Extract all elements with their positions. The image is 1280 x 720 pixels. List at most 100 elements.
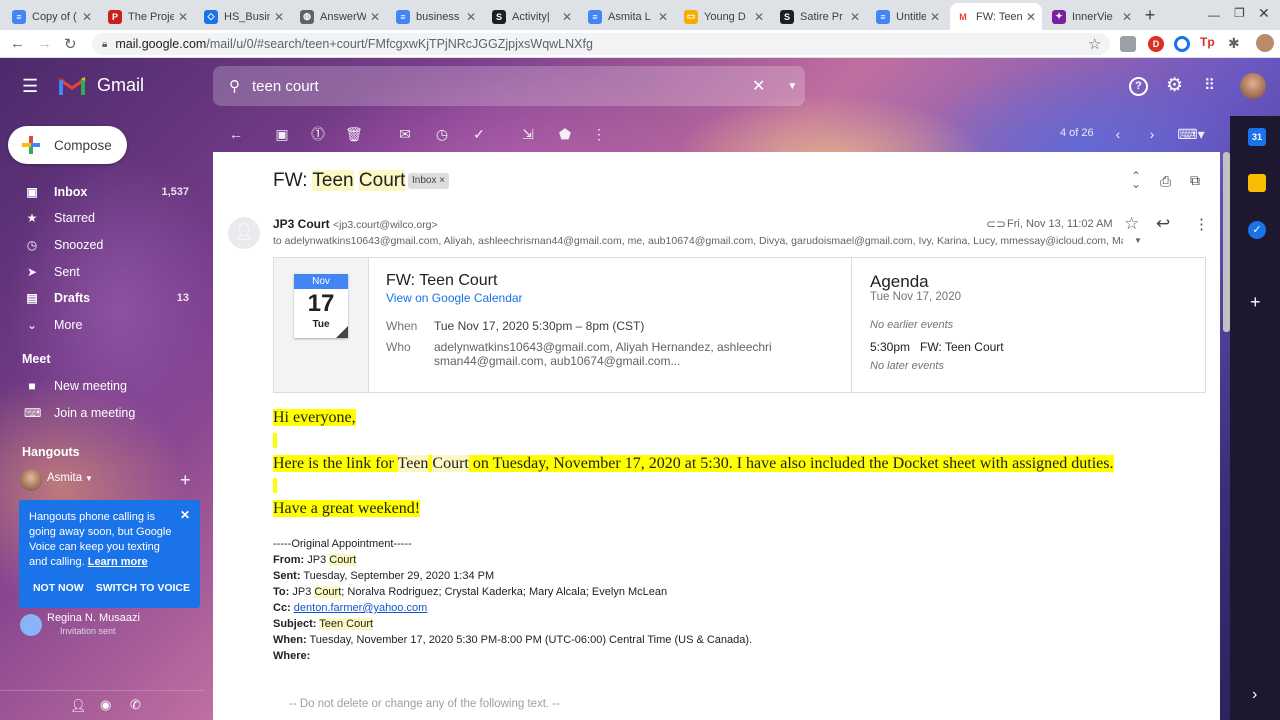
sidebar-item-starred[interactable]: ★ Starred [0,205,205,231]
older-icon[interactable]: › [1142,124,1162,144]
collapse-all-icon[interactable]: ⌃ ⌄ [1131,170,1141,190]
contact-avatar[interactable] [20,614,42,636]
contacts-icon[interactable]: 👤︎ [70,698,87,714]
sidebar-item-sent[interactable]: ➤ Sent [0,259,205,285]
browser-tab[interactable]: M FW: Teen ✕ [950,3,1042,30]
sender-name[interactable]: JP3 Court [273,217,330,231]
sidebar-item-drafts[interactable]: ▤ Drafts 13 [0,285,205,311]
sidebar-item-snoozed[interactable]: ◷ Snoozed [0,232,205,258]
input-tools-icon[interactable]: ⌨▾ [1176,124,1206,144]
tasks-addon-icon[interactable]: ✓ [1248,221,1266,239]
bookmark-star-icon[interactable]: ☆ [1088,35,1101,53]
add-hangout-icon[interactable]: + [180,470,191,491]
browser-tab[interactable]: S Activity| ✕ [486,3,578,30]
keep-addon-icon[interactable] [1248,174,1266,192]
pane-scrollbar[interactable] [1223,152,1230,332]
inbox-label-chip[interactable]: Inbox × [408,173,450,189]
remove-label-icon[interactable]: × [439,175,445,186]
extension-icon[interactable] [1174,36,1190,52]
sidebar-item-inbox[interactable]: ▣ Inbox 1,537 [0,179,205,205]
phone-icon[interactable]: ✆ [130,697,141,713]
report-spam-icon[interactable]: ⓵ [308,124,328,144]
browser-tab[interactable]: S Satire Pr ✕ [774,3,866,30]
clear-search-icon[interactable]: ✕ [752,76,765,96]
back-to-results-icon[interactable]: ← [226,124,246,144]
sidebar-item-more[interactable]: ⌄ More [0,312,205,338]
tab-close-icon[interactable]: ✕ [82,10,92,24]
extension-icon[interactable] [1120,36,1136,52]
reply-icon[interactable]: ↩ [1156,214,1170,234]
add-to-tasks-icon[interactable]: ✓ [469,124,489,144]
tab-close-icon[interactable]: ✕ [370,10,380,24]
conversations-icon[interactable]: ◉ [100,697,111,713]
join-meeting-link[interactable]: ⌨ Join a meeting [0,400,205,426]
hangouts-user-avatar[interactable] [20,469,42,491]
archive-icon[interactable]: ▣ [272,124,292,144]
contact-name[interactable]: Regina N. Musaazi [47,612,140,624]
tab-close-icon[interactable]: ✕ [1026,10,1036,24]
main-menu-icon[interactable]: ☰ [22,76,38,97]
browser-tab[interactable]: ≡ Asmita L ✕ [582,3,674,30]
hangouts-user-name[interactable]: Asmita [47,472,82,484]
label-icon[interactable]: ⬟ [555,124,575,144]
search-bar[interactable]: ⚲ ✕ ▼ [213,66,805,106]
account-avatar[interactable] [1240,73,1266,99]
reload-icon[interactable]: ↻ [64,35,77,53]
search-input[interactable] [252,77,692,95]
mark-unread-icon[interactable]: ✉ [395,124,415,144]
restore-icon[interactable]: ❐ [1234,6,1245,20]
browser-tab[interactable]: ≡ Copy of (✕ [6,3,98,30]
move-to-icon[interactable]: ⇲ [518,124,538,144]
tab-close-icon[interactable]: ✕ [754,10,764,24]
calendar-addon-icon[interactable]: 31 [1248,128,1266,146]
tab-close-icon[interactable]: ✕ [1122,10,1132,24]
browser-tab[interactable]: ▭ Young D ✕ [678,3,770,30]
get-addons-icon[interactable]: + [1250,292,1261,313]
message-more-icon[interactable]: ⋮ [1194,215,1209,233]
help-icon[interactable]: ? [1129,77,1148,96]
close-window-icon[interactable]: ✕ [1258,5,1270,22]
extension-icon[interactable]: D [1148,36,1164,52]
extensions-puzzle-icon[interactable]: ✱ [1228,35,1240,52]
extension-icon[interactable]: Tp [1200,35,1215,49]
sender-avatar[interactable]: 👤︎ [228,217,260,249]
settings-gear-icon[interactable]: ⚙ [1166,74,1183,97]
browser-menu-icon[interactable] [1256,34,1274,52]
agenda-event[interactable]: 5:30pm FW: Teen Court [870,340,1004,354]
tab-close-icon[interactable]: ✕ [850,10,860,24]
forward-icon[interactable]: → [37,35,52,52]
tab-close-icon[interactable]: ✕ [274,10,284,24]
star-icon[interactable]: ☆ [1124,214,1139,234]
learn-more-link[interactable]: Learn more [88,556,148,568]
back-icon[interactable]: ← [10,35,25,52]
browser-tab[interactable]: ≡ Untitled ✕ [870,3,946,30]
tab-close-icon[interactable]: ✕ [562,10,572,24]
new-tab-button[interactable]: + [1140,5,1160,25]
search-icon[interactable]: ⚲ [229,77,240,95]
browser-tab[interactable]: ◍ AnswerW ✕ [294,3,386,30]
recipients-expand-icon[interactable]: ▼ [1134,236,1142,245]
minimize-icon[interactable]: — [1208,8,1220,22]
tab-close-icon[interactable]: ✕ [178,10,188,24]
search-options-icon[interactable]: ▼ [787,81,797,92]
more-options-icon[interactable]: ⋮ [589,124,609,144]
url-bar[interactable]: 🔒︎ mail.google.com/mail/u/0/#search/teen… [92,33,1110,55]
browser-tab[interactable]: ≡ business ✕ [390,3,482,30]
switch-to-voice-button[interactable]: SWITCH TO VOICE [96,581,190,596]
view-on-calendar-link[interactable]: View on Google Calendar [386,291,523,305]
new-meeting-link[interactable]: ■ New meeting [0,373,205,399]
browser-tab[interactable]: ✦ InnerVie ✕ [1046,3,1138,30]
not-now-button[interactable]: NOT NOW [33,581,84,596]
status-dropdown-icon[interactable]: ▼ [85,474,93,483]
delete-icon[interactable]: 🗑︎ [344,124,364,144]
compose-button[interactable]: Compose [8,126,127,164]
apps-grid-icon[interactable]: ⠿ [1204,76,1215,94]
expand-panel-icon[interactable]: › [1252,686,1257,704]
print-icon[interactable]: ⎙ [1160,173,1171,190]
newer-icon[interactable]: ‹ [1108,124,1128,144]
tab-close-icon[interactable]: ✕ [930,10,940,24]
snooze-icon[interactable]: ◷ [432,124,452,144]
tab-close-icon[interactable]: ✕ [466,10,476,24]
browser-tab[interactable]: P The Proje ✕ [102,3,194,30]
open-in-new-window-icon[interactable]: ⧉ [1190,172,1200,189]
